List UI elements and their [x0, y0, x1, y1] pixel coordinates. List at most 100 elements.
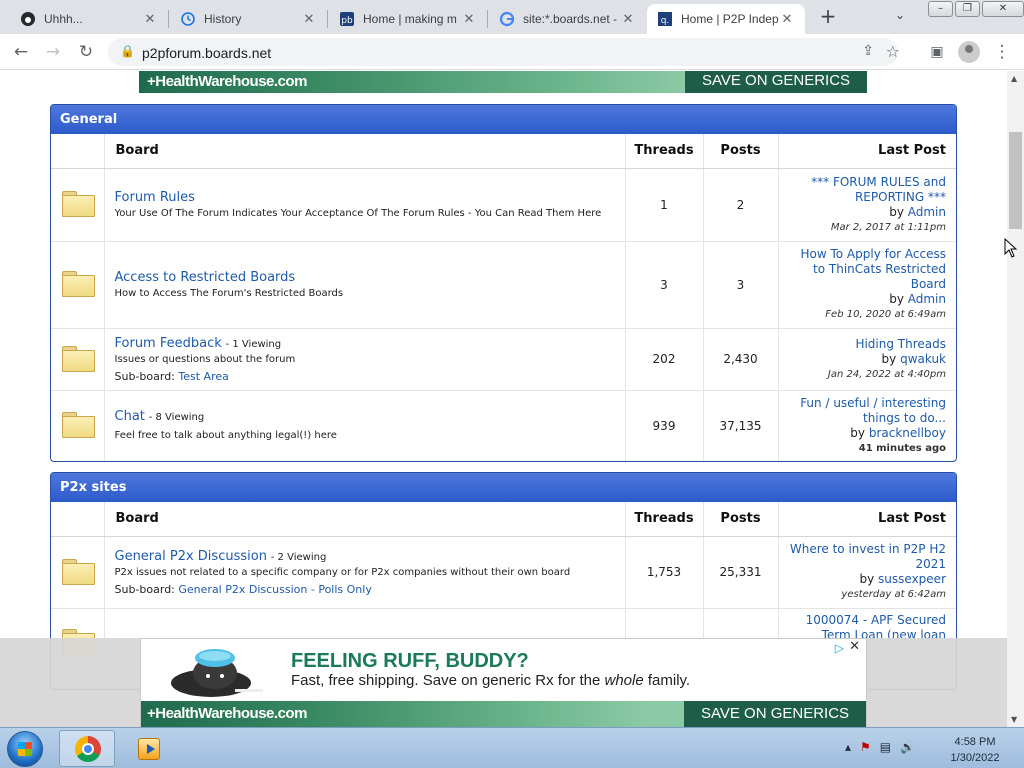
system-clock[interactable]: 4:58 PM 1/30/2022	[940, 734, 1010, 766]
action-center-icon[interactable]: ⚑	[860, 740, 871, 754]
subboard-link[interactable]: General P2x Discussion - Polls Only	[178, 583, 371, 596]
profile-avatar[interactable]	[958, 41, 980, 63]
show-hidden-icons-icon[interactable]: ▴	[845, 740, 851, 754]
close-tab-icon[interactable]: ✕	[620, 11, 636, 27]
new-tab-button[interactable]: +	[817, 5, 839, 27]
github-icon	[20, 11, 36, 27]
ad-headline: FEELING RUFF, BUDDY?	[291, 650, 529, 672]
board-name-link[interactable]: Forum Rules	[115, 190, 195, 205]
forward-arrow-icon[interactable]: →	[41, 40, 65, 64]
network-icon[interactable]: ▤	[880, 740, 891, 754]
tab-p2p-forum[interactable]: q. Home | P2P Indep ✕	[647, 4, 805, 34]
mouse-cursor-icon	[1004, 238, 1018, 258]
last-post-author-link[interactable]: Admin	[908, 205, 946, 219]
subboard-link[interactable]: Test Area	[178, 370, 228, 383]
folder-icon	[61, 412, 95, 439]
close-tab-icon[interactable]: ✕	[461, 11, 477, 27]
adchoices-icon[interactable]: ▷	[835, 641, 844, 655]
scroll-down-arrow-icon[interactable]: ▼	[1011, 715, 1017, 724]
chrome-taskbar-button[interactable]	[59, 730, 115, 767]
close-window-button[interactable]: ✕	[982, 1, 1024, 17]
thread-count: 939	[625, 390, 704, 461]
close-tab-icon[interactable]: ✕	[142, 11, 158, 27]
ad-cta-button[interactable]: SAVE ON GENERICS	[685, 71, 867, 93]
by-label: by	[881, 351, 897, 366]
thread-count: 202	[625, 328, 704, 391]
post-count: 3	[703, 241, 779, 329]
viewing-count: - 8 Viewing	[148, 412, 205, 424]
top-banner-ad[interactable]: +HealthWarehouse.com SAVE ON GENERICS	[139, 71, 867, 93]
last-post-link[interactable]: Fun / useful / interesting things to do.…	[789, 396, 946, 426]
board-name-link[interactable]: Chat	[115, 409, 145, 424]
ad-strip: +HealthWarehouse.com SAVE ON GENERICS	[141, 701, 866, 727]
table-header-row: Board Threads Posts Last Post	[51, 502, 956, 537]
close-tab-icon[interactable]: ✕	[301, 11, 317, 27]
board-name-link[interactable]: Access to Restricted Boards	[115, 270, 296, 285]
reload-icon[interactable]: ↻	[74, 40, 98, 64]
back-arrow-icon[interactable]: ←	[9, 40, 33, 64]
last-post-author-link[interactable]: sussexpeer	[878, 572, 946, 586]
tab-title: Home | P2P Indep	[681, 12, 779, 26]
address-bar[interactable]: 🔒 p2pforum.boards.net ⇪ ☆	[108, 38, 900, 66]
ad-subtext-emphasis: whole	[604, 672, 644, 689]
table-header-row: Board Threads Posts Last Post	[51, 134, 956, 169]
last-post-column-header: Last Post	[778, 134, 956, 169]
ad-cta-button[interactable]: SAVE ON GENERICS	[684, 701, 866, 727]
tab-search-chevron-icon[interactable]: ⌄	[895, 8, 905, 22]
start-button[interactable]	[7, 731, 43, 767]
category-title[interactable]: P2x sites	[51, 473, 956, 502]
folder-icon	[61, 345, 95, 372]
board-description: P2x issues not related to a specific com…	[114, 566, 571, 578]
minimize-button[interactable]: –	[928, 1, 953, 17]
volume-icon[interactable]: 🔊	[900, 740, 915, 754]
board-name-link[interactable]: Forum Feedback	[115, 336, 222, 351]
last-post-author-link[interactable]: qwakuk	[900, 352, 946, 366]
scroll-up-arrow-icon[interactable]: ▲	[1011, 74, 1017, 83]
board-description: Feel free to talk about anything legal(!…	[114, 430, 337, 442]
last-post-author-link[interactable]: Admin	[908, 292, 946, 306]
last-post-link[interactable]: How To Apply for Access to ThinCats Rest…	[789, 247, 946, 292]
menu-kebab-icon[interactable]: ⋮	[990, 40, 1014, 64]
tab-uhhh[interactable]: Uhhh... ✕	[10, 4, 168, 34]
category-title[interactable]: General	[51, 105, 956, 134]
board-name-link[interactable]: General P2x Discussion	[115, 549, 267, 564]
bookmark-star-icon[interactable]: ☆	[886, 42, 900, 61]
clock-date: 1/30/2022	[950, 752, 1000, 764]
media-player-taskbar-button[interactable]	[130, 730, 186, 767]
board-column-header: Board	[104, 134, 626, 169]
board-row: Access to Restricted Boards How to Acces…	[51, 241, 956, 329]
tab-history[interactable]: History ✕	[170, 4, 327, 34]
last-post-date: Jan 24, 2022 at 4:40pm	[827, 368, 946, 380]
maximize-button[interactable]: ❐	[955, 1, 980, 17]
folder-icon	[61, 271, 95, 297]
side-panel-icon[interactable]: ▣	[925, 40, 949, 64]
post-count: 37,135	[703, 390, 779, 461]
tab-title: History	[204, 12, 242, 26]
board-description: Your Use Of The Forum Indicates Your Acc…	[114, 207, 602, 219]
last-post-link[interactable]: Hiding Threads	[789, 337, 946, 352]
last-post-author-link[interactable]: bracknellboy	[869, 426, 946, 440]
threads-column-header: Threads	[625, 502, 704, 537]
last-post-link[interactable]: Where to invest in P2P H2 2021	[789, 542, 946, 572]
bottom-ad-overlay: FEELING RUFF, BUDDY? Fast, free shipping…	[0, 638, 1007, 727]
window-controls: – ❐ ✕	[926, 1, 1024, 19]
scrollbar-thumb[interactable]	[1009, 132, 1022, 229]
icon-column-header	[51, 134, 105, 169]
p2p-icon: q.	[657, 11, 673, 27]
viewing-count: - 2 Viewing	[270, 551, 327, 563]
svg-text:q.: q.	[661, 16, 670, 26]
tab-google-search[interactable]: site:*.boards.net - ✕	[489, 4, 646, 34]
tab-title: Uhhh...	[44, 12, 83, 26]
tab-making-money[interactable]: pb Home | making m ✕	[329, 4, 487, 34]
share-icon[interactable]: ⇪	[862, 43, 874, 59]
bottom-banner-ad[interactable]: FEELING RUFF, BUDDY? Fast, free shipping…	[140, 638, 867, 727]
url-text[interactable]: p2pforum.boards.net	[142, 45, 271, 61]
thread-count: 1	[625, 168, 704, 242]
boards-table: Board Threads Posts Last Post Forum Rule…	[51, 134, 956, 461]
last-post-link[interactable]: *** FORUM RULES and REPORTING ***	[789, 175, 946, 205]
page-scrollbar[interactable]: ▲ ▼	[1007, 71, 1024, 727]
close-tab-icon[interactable]: ✕	[779, 11, 795, 27]
post-count: 25,331	[703, 536, 779, 609]
svg-text:pb: pb	[341, 16, 353, 26]
ad-close-icon[interactable]: ✕	[849, 639, 860, 654]
